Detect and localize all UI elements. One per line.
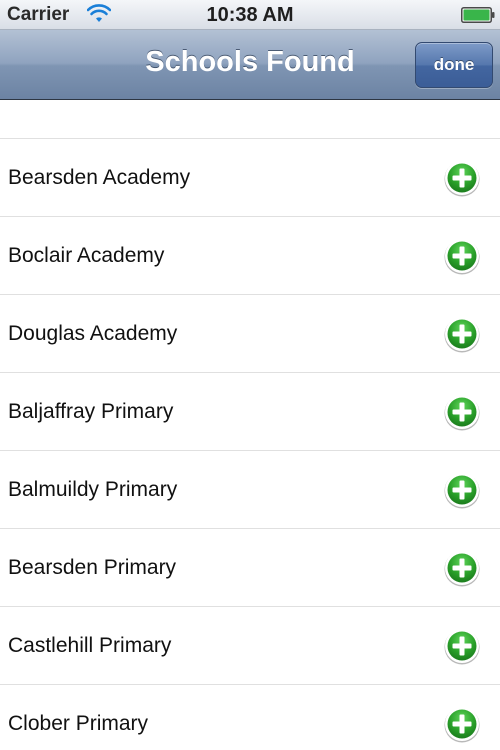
status-bar: Carrier 10:38 AM — [0, 0, 500, 30]
school-name: Bearsden Academy — [8, 166, 191, 189]
add-school-button-icon[interactable] — [443, 627, 481, 665]
school-row[interactable]: Bearsden Academy — [0, 139, 500, 217]
add-school-button-icon[interactable] — [443, 315, 481, 353]
table-header-spacer — [0, 100, 500, 139]
school-row[interactable]: Clober Primary — [0, 685, 500, 750]
add-school-button-icon[interactable] — [443, 471, 481, 509]
add-school-button-icon[interactable] — [443, 237, 481, 275]
schools-table[interactable]: Bearsden Academy Boclair Academy Douglas… — [0, 100, 500, 750]
battery-icon — [461, 7, 495, 23]
done-button[interactable]: done — [415, 42, 493, 88]
school-name: Boclair Academy — [8, 244, 165, 267]
add-school-button-icon[interactable] — [443, 393, 481, 431]
add-school-button-icon[interactable] — [443, 159, 481, 197]
school-name: Clober Primary — [8, 712, 149, 735]
school-name: Castlehill Primary — [8, 634, 172, 657]
status-time: 10:38 AM — [206, 4, 294, 26]
school-name: Bearsden Primary — [8, 556, 177, 579]
school-row[interactable]: Boclair Academy — [0, 217, 500, 295]
school-name: Baljaffray Primary — [8, 400, 174, 423]
school-row[interactable]: Douglas Academy — [0, 295, 500, 373]
school-name: Balmuildy Primary — [8, 478, 178, 501]
school-name: Douglas Academy — [8, 322, 178, 345]
school-row[interactable]: Castlehill Primary — [0, 607, 500, 685]
school-row[interactable]: Balmuildy Primary — [0, 451, 500, 529]
school-row[interactable]: Bearsden Primary — [0, 529, 500, 607]
navigation-bar: Schools Found done — [0, 30, 500, 100]
add-school-button-icon[interactable] — [443, 549, 481, 587]
add-school-button-icon[interactable] — [443, 705, 481, 743]
school-row[interactable]: Baljaffray Primary — [0, 373, 500, 451]
